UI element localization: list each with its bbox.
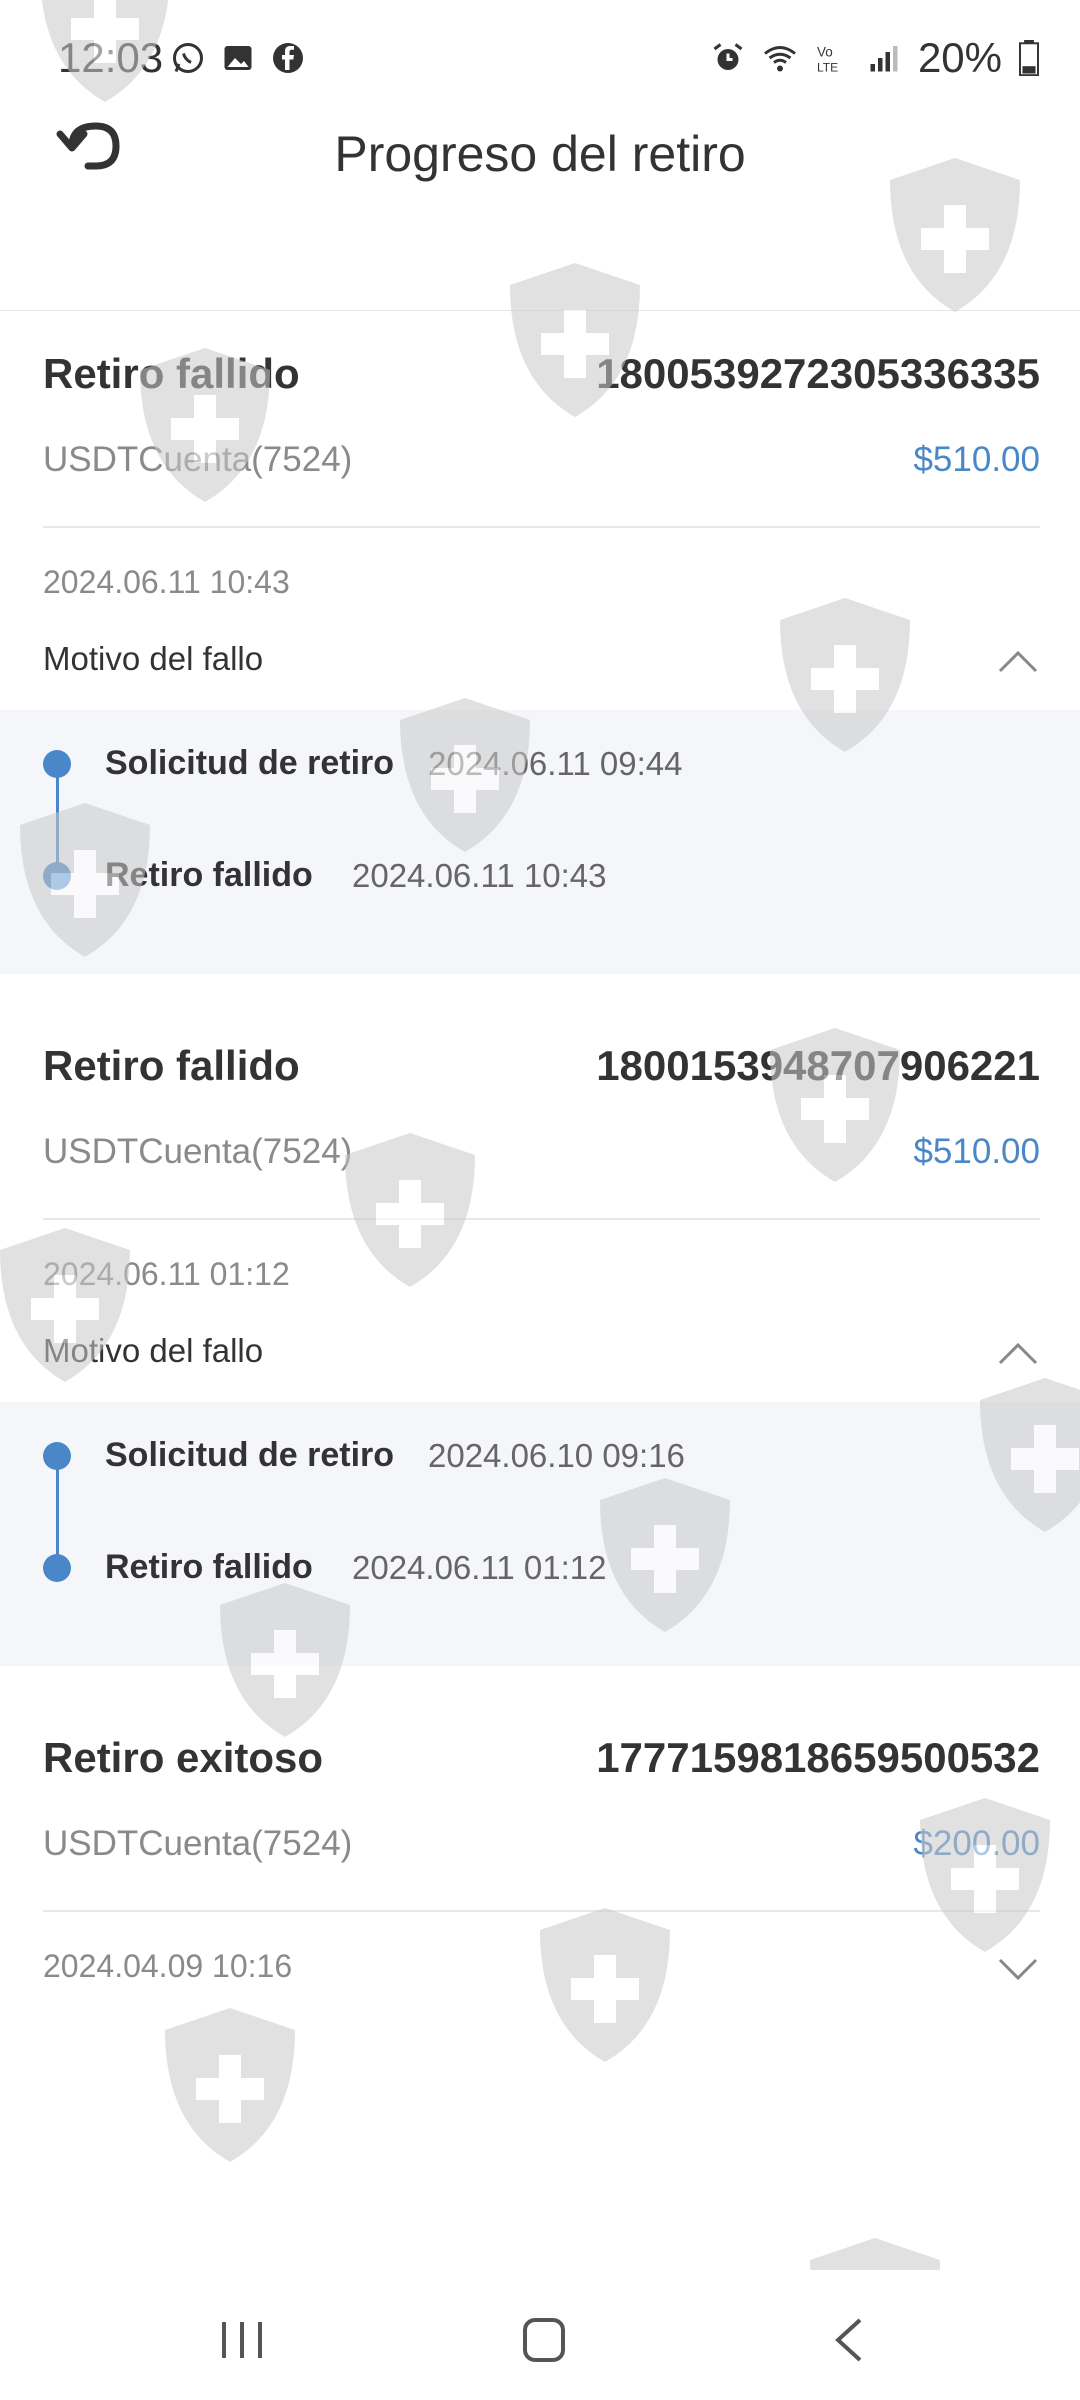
gallery-icon [224,46,252,70]
withdrawal-record[interactable]: Retiro fallido 1800539272305336335 USDTC… [0,340,1080,976]
svg-text:Vo: Vo [817,45,833,60]
facebook-icon [273,43,303,73]
timeline-dot [43,1442,71,1470]
battery-icon [1019,40,1039,76]
app-header: Progreso del retiro [0,110,1080,311]
timeline-step-time: 2024.06.11 01:12 [352,1549,607,1586]
shield-watermark-icon [165,2008,295,2162]
amount: $510.00 [913,1132,1040,1171]
account-label: USDTCuenta(7524) [43,440,353,479]
failure-reason-label[interactable]: Motivo del fallo [43,640,263,678]
alarm-icon [713,43,743,70]
wifi-icon [764,46,796,72]
record-date: 2024.04.09 10:16 [43,1948,293,1984]
timeline-step-label: Solicitud de retiro [105,744,395,782]
withdrawal-record[interactable]: Retiro fallido 1800153948707906221 USDTC… [0,1032,1080,1668]
amount: $200.00 [913,1824,1040,1863]
timeline-dot [43,862,71,890]
whatsapp-icon [173,43,203,73]
status-time: 12:03 [58,34,164,81]
withdrawal-record[interactable]: Retiro exitoso 1777159818659500532 USDTC… [0,1724,1080,2024]
back-icon[interactable] [810,2310,890,2370]
page-title: Progreso del retiro [334,126,746,182]
record-date: 2024.06.11 01:12 [43,1256,290,1292]
progress-timeline: Solicitud de retiro 2024.06.10 09:16 Ret… [0,1402,1080,1666]
status-title: Retiro exitoso [43,1734,324,1781]
status-title: Retiro fallido [43,1042,300,1089]
battery-percent: 20% [917,34,1002,81]
system-nav-bar [0,2270,1080,2400]
chevron-up-icon[interactable] [996,645,1040,675]
timeline-step-label: Retiro fallido [105,1548,313,1586]
timeline-step-time: 2024.06.10 09:16 [428,1437,685,1474]
divider [43,1218,1040,1220]
status-bar: 12:03 Vo LTE 20% [0,0,1080,120]
svg-text:LTE: LTE [817,61,838,75]
timeline-step-label: Solicitud de retiro [105,1436,395,1474]
amount: $510.00 [913,440,1040,479]
home-icon[interactable] [503,2310,583,2370]
timeline-dot [43,750,71,778]
signal-icon [870,46,898,72]
timeline-connector [56,762,59,874]
divider [43,526,1040,528]
account-label: USDTCuenta(7524) [43,1132,353,1171]
account-label: USDTCuenta(7524) [43,1824,353,1863]
chevron-down-icon[interactable] [996,1954,1040,1984]
timeline-step-label: Retiro fallido [105,856,313,894]
timeline-dot [43,1554,71,1582]
order-id: 1800153948707906221 [596,1042,1040,1089]
chevron-up-icon[interactable] [996,1337,1040,1367]
timeline-step-time: 2024.06.11 10:43 [352,857,607,894]
progress-timeline: Solicitud de retiro 2024.06.11 09:44 Ret… [0,710,1080,974]
recent-apps-icon[interactable] [202,2310,282,2370]
timeline-step-time: 2024.06.11 09:44 [428,745,683,782]
order-id: 1800539272305336335 [596,350,1040,397]
order-id: 1777159818659500532 [596,1734,1040,1781]
volte-icon: VoLTE [817,45,838,75]
failure-reason-label[interactable]: Motivo del fallo [43,1332,263,1370]
status-title: Retiro fallido [43,350,300,397]
timeline-connector [56,1454,59,1566]
record-date: 2024.06.11 10:43 [43,564,290,600]
divider [43,1910,1040,1912]
